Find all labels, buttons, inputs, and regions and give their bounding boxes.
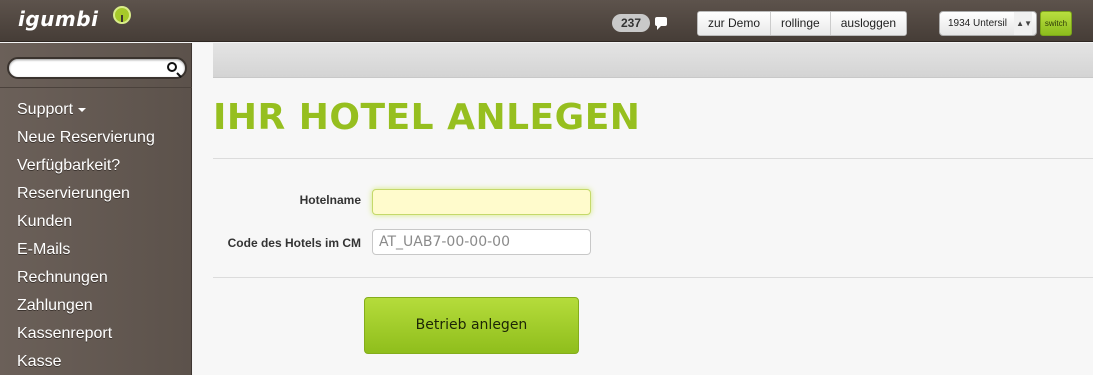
main-content: IHR HOTEL ANLEGEN Hotelname Code des Hot… [193, 43, 1093, 375]
logo-text[interactable]: igumbi [18, 7, 98, 31]
divider [213, 158, 1093, 159]
sidebar-item-kassenreport[interactable]: Kassenreport [0, 320, 192, 348]
search-input[interactable] [7, 57, 187, 79]
hotel-code-label: Code des Hotels im CM [227, 236, 361, 250]
sub-toolbar [213, 43, 1093, 78]
sidebar-item-label: E-Mails [17, 241, 71, 258]
sidebar-item-zahlungen[interactable]: Zahlungen [0, 292, 192, 320]
account-button-group: zur Demo rollinge ausloggen [697, 11, 908, 36]
sidebar-item-kasse[interactable]: Kasse [0, 348, 192, 375]
hotel-code-field[interactable] [372, 229, 591, 255]
hotelname-field[interactable] [372, 189, 591, 215]
sidebar-item-reservierungen[interactable]: Reservierungen [0, 180, 192, 208]
sidebar-item-label: Neue Reservierung [17, 129, 155, 146]
create-business-button[interactable]: Betrieb anlegen [364, 297, 579, 354]
sidebar-nav: Support Neue Reservierung Verfügbarkeit?… [0, 96, 192, 375]
notification-count-badge[interactable]: 237 [612, 14, 650, 32]
sidebar-item-neue-reservierung[interactable]: Neue Reservierung [0, 124, 192, 152]
sidebar-item-label: Rechnungen [17, 269, 108, 286]
top-bar: igumbi 237 zur Demo rollinge ausloggen 1… [0, 0, 1093, 42]
logout-button[interactable]: ausloggen [830, 12, 907, 35]
speech-bubble-icon[interactable] [655, 17, 667, 30]
switch-button[interactable]: switch [1040, 11, 1072, 36]
sidebar-item-label: Zahlungen [17, 297, 93, 314]
sidebar-divider [0, 87, 192, 88]
select-arrows-icon: ▲▼ [1014, 12, 1032, 35]
sidebar-item-label: Reservierungen [17, 185, 130, 202]
sidebar-item-kunden[interactable]: Kunden [0, 208, 192, 236]
sidebar-item-label: Kassenreport [17, 325, 113, 342]
zur-demo-button[interactable]: zur Demo [698, 12, 772, 35]
sidebar-item-rechnungen[interactable]: Rechnungen [0, 264, 192, 292]
sidebar-item-support[interactable]: Support [0, 96, 192, 124]
sidebar: Support Neue Reservierung Verfügbarkeit?… [0, 43, 192, 375]
sidebar-item-verfuegbarkeit[interactable]: Verfügbarkeit? [0, 152, 192, 180]
sidebar-item-e-mails[interactable]: E-Mails [0, 236, 192, 264]
tree-icon [113, 6, 131, 24]
caret-down-icon [78, 107, 87, 112]
search-icon[interactable] [167, 62, 177, 72]
property-select[interactable]: 1934 Untersil ▲▼ [939, 11, 1037, 36]
sidebar-item-label: Support [17, 101, 74, 118]
sidebar-item-label: Kunden [17, 213, 73, 230]
page-title: IHR HOTEL ANLEGEN [213, 97, 641, 138]
sidebar-item-label: Kasse [17, 353, 62, 370]
user-button[interactable]: rollinge [771, 12, 831, 35]
sidebar-item-label: Verfügbarkeit? [17, 157, 121, 174]
hotelname-label: Hotelname [299, 193, 361, 207]
divider [213, 277, 1093, 278]
property-select-value: 1934 Untersil [948, 18, 1007, 29]
